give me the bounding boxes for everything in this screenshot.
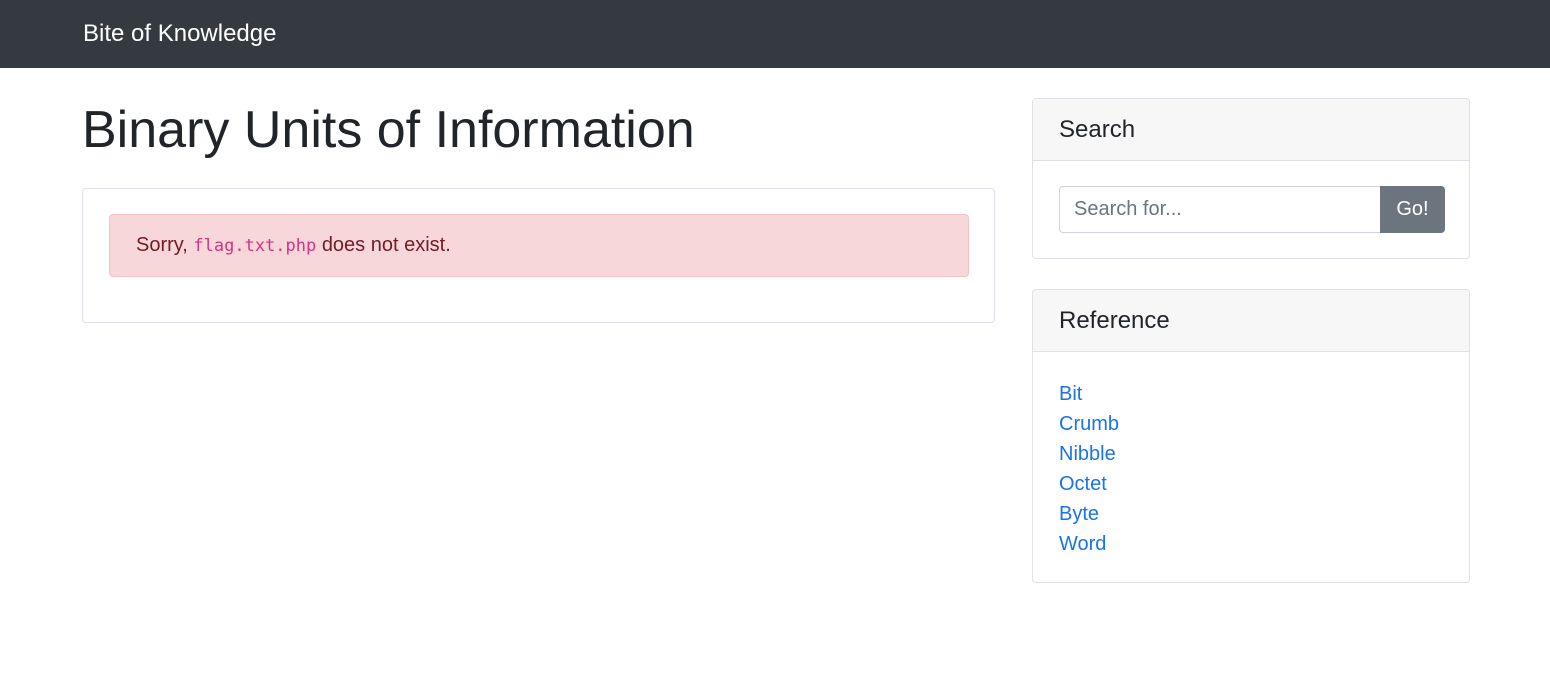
alert-prefix: Sorry, (136, 234, 188, 256)
list-item: Crumb (1059, 409, 1119, 439)
list-item: Octet (1059, 469, 1119, 499)
search-card-title: Search (1033, 99, 1469, 161)
error-alert: Sorry, flag.txt.php does not exist. (109, 214, 969, 277)
reference-link-bit[interactable]: Bit (1059, 383, 1082, 405)
reference-link-crumb[interactable]: Crumb (1059, 413, 1119, 435)
list-item: Word (1059, 529, 1119, 559)
reference-list: Bit Crumb Nibble Octet Byte Word (1059, 379, 1119, 559)
content-card: Sorry, flag.txt.php does not exist. (82, 188, 995, 323)
page-title: Binary Units of Information (82, 101, 695, 159)
top-navbar: Bite of Knowledge (0, 0, 1550, 68)
search-input[interactable] (1059, 186, 1381, 233)
reference-card: Reference Bit Crumb Nibble Octet Byte Wo… (1032, 289, 1470, 583)
search-card: Search Go! (1032, 98, 1470, 259)
reference-card-title: Reference (1033, 290, 1469, 352)
go-button[interactable]: Go! (1380, 186, 1445, 233)
reference-link-byte[interactable]: Byte (1059, 503, 1099, 525)
missing-filename: flag.txt.php (193, 236, 317, 256)
list-item: Nibble (1059, 439, 1119, 469)
reference-link-word[interactable]: Word (1059, 533, 1106, 555)
reference-link-octet[interactable]: Octet (1059, 473, 1107, 495)
reference-link-nibble[interactable]: Nibble (1059, 443, 1116, 465)
alert-suffix: does not exist. (321, 234, 451, 256)
list-item: Bit (1059, 379, 1119, 409)
list-item: Byte (1059, 499, 1119, 529)
brand-link[interactable]: Bite of Knowledge (83, 18, 276, 50)
